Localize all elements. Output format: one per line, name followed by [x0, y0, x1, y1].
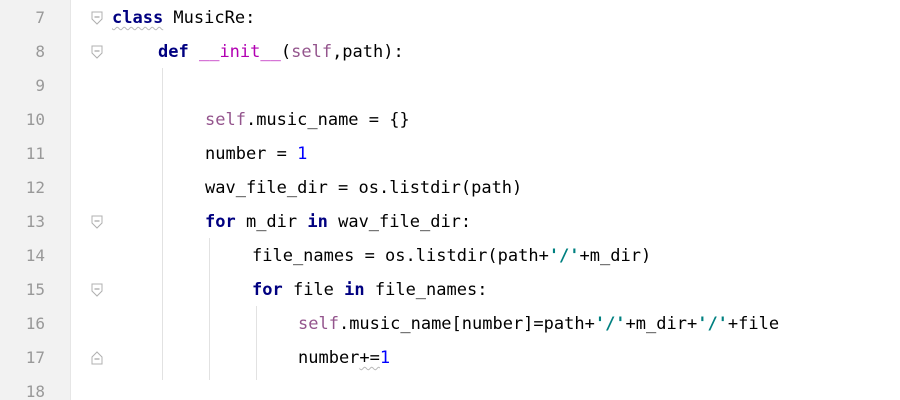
fold-close-icon[interactable]	[91, 351, 103, 365]
line-number: 9	[35, 76, 45, 95]
keyword-for: for	[252, 280, 283, 300]
expression-tail: +m_dir)	[579, 246, 652, 266]
line-number: 16	[25, 314, 45, 333]
self-param: self	[291, 42, 333, 62]
line-number: 10	[25, 110, 45, 129]
variable: number	[298, 348, 360, 368]
indent-guide	[162, 68, 163, 380]
code-line-14[interactable]: file_names = os.listdir(path+'/'+m_dir)	[252, 239, 651, 273]
code-line-13[interactable]: for m_dir in wav_file_dir:	[205, 205, 471, 239]
keyword-for: for	[205, 212, 236, 232]
line-number: 17	[25, 348, 45, 367]
assignment: wav_file_dir = os.listdir(path)	[205, 178, 523, 198]
fold-open-icon[interactable]	[91, 215, 103, 229]
expression-middle: +m_dir+	[625, 314, 698, 334]
param-list: ,path):	[332, 42, 404, 62]
expression-tail: +file	[727, 314, 780, 334]
loop-variable: file	[282, 280, 345, 300]
line-number: 15	[25, 280, 45, 299]
assignment: .music_name = {}	[245, 110, 410, 130]
fold-gutter	[70, 0, 111, 400]
keyword-class: class	[112, 8, 164, 28]
line-number: 7	[35, 8, 45, 27]
line-number: 11	[25, 144, 45, 163]
class-declaration: MusicRe:	[163, 8, 256, 28]
code-line-16[interactable]: self.music_name[number]=path+'/'+m_dir+'…	[298, 307, 779, 341]
code-line-15[interactable]: for file in file_names:	[252, 273, 487, 307]
string-literal: '/'	[548, 246, 580, 266]
keyword-def: def	[158, 42, 189, 62]
number-literal: 1	[297, 144, 308, 164]
assignment: .music_name[number]=path+	[338, 314, 595, 334]
line-number: 8	[35, 42, 45, 61]
code-editor[interactable]: 7 8 9 10 11 12 13 14 15 16 17 18 class M…	[0, 0, 900, 400]
code-line-12[interactable]: wav_file_dir = os.listdir(path)	[205, 171, 522, 205]
fold-open-icon[interactable]	[91, 45, 103, 59]
operator: +=	[359, 348, 380, 368]
code-line-17[interactable]: number+=1	[298, 341, 390, 375]
indent-guide	[256, 306, 257, 380]
self-ref: self	[298, 314, 339, 334]
code-line-10[interactable]: self.music_name = {}	[205, 103, 410, 137]
assignment: file_names = os.listdir(path+	[252, 246, 549, 266]
self-ref: self	[205, 110, 246, 130]
string-literal: '/'	[697, 314, 728, 334]
code-line-11[interactable]: number = 1	[205, 137, 307, 171]
string-literal: '/'	[594, 314, 626, 334]
number-literal: 1	[379, 348, 391, 368]
loop-iterable: file_names:	[364, 280, 488, 300]
indent-guide	[209, 238, 210, 380]
open-paren: (	[280, 42, 292, 62]
loop-iterable: wav_file_dir:	[327, 212, 472, 232]
line-number: 12	[25, 178, 45, 197]
line-number: 18	[25, 382, 45, 400]
line-number-gutter: 7 8 9 10 11 12 13 14 15 16 17 18	[0, 0, 70, 400]
code-line-7[interactable]: class MusicRe:	[112, 1, 255, 35]
fold-open-icon[interactable]	[91, 283, 103, 297]
fold-open-icon[interactable]	[91, 11, 103, 25]
keyword-in: in	[307, 212, 328, 232]
loop-variable: m_dir	[235, 212, 308, 232]
line-number: 14	[25, 246, 45, 265]
line-number: 13	[25, 212, 45, 231]
assignment: number =	[205, 144, 298, 164]
code-line-8[interactable]: def __init__(self,path):	[158, 35, 404, 69]
keyword-in: in	[344, 280, 365, 300]
init-method-name: __init__	[198, 42, 281, 62]
